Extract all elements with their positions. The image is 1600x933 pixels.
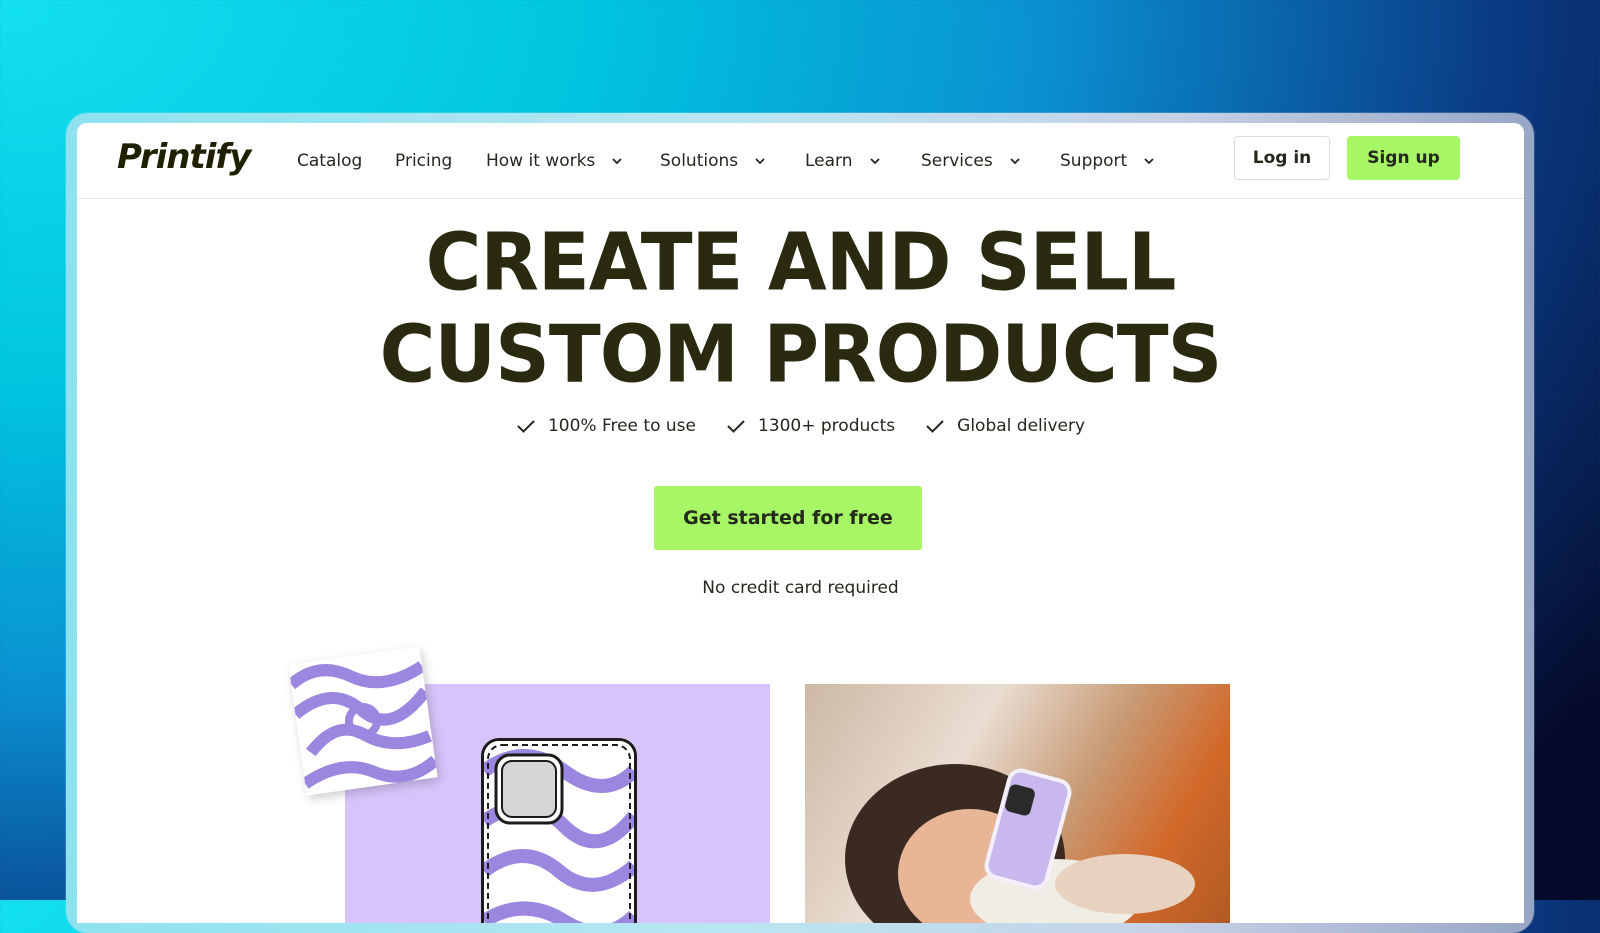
feature-label: 1300+ products (757, 416, 896, 436)
nav-item-label: Catalog (297, 151, 363, 171)
chevron-down-icon (869, 158, 880, 165)
nav-item-learn[interactable]: Learn (805, 146, 881, 176)
pattern-swatch-image (288, 646, 438, 796)
feature-item: Global delivery (925, 416, 1085, 436)
printify-logo[interactable]: Printify (117, 137, 251, 177)
nav-item-label: How it works (486, 151, 596, 171)
chevron-down-icon (1144, 158, 1154, 165)
nav-item-support[interactable]: Support (1060, 146, 1155, 176)
feature-item: 100% Free to use (516, 416, 696, 436)
feature-label: Global delivery (957, 416, 1086, 436)
nav-item-label: Pricing (395, 151, 453, 171)
feature-item: 1300+ products (726, 416, 895, 436)
check-icon (517, 420, 535, 433)
lifestyle-photo (805, 684, 1230, 923)
login-button[interactable]: Log in (1234, 136, 1330, 180)
no-credit-card-note: No credit card required (702, 578, 899, 598)
signup-button[interactable]: Sign up (1347, 136, 1460, 180)
chevron-down-icon (755, 158, 765, 165)
phone-case-mockup (481, 738, 637, 923)
nav-item-pricing[interactable]: Pricing (395, 146, 452, 176)
nav-item-label: Services (921, 151, 993, 171)
browser-window: Printify Catalog Pricing How it works So… (77, 123, 1524, 923)
check-icon (727, 420, 745, 433)
nav-item-how-it-works[interactable]: How it works (486, 146, 623, 176)
hero-title-line2: CUSTOM PRODUCTS (379, 306, 1223, 401)
feature-list: 100% Free to use 1300+ products Global d… (77, 416, 1524, 436)
top-navigation: Printify Catalog Pricing How it works So… (77, 123, 1524, 199)
nav-item-label: Learn (805, 151, 853, 171)
hero-title-line1: CREATE AND SELL (425, 214, 1177, 309)
nav-item-label: Support (1060, 151, 1128, 171)
nav-item-label: Solutions (660, 151, 739, 171)
feature-label: 100% Free to use (547, 416, 696, 436)
check-icon (926, 420, 944, 433)
nav-item-catalog[interactable]: Catalog (297, 146, 362, 176)
get-started-button[interactable]: Get started for free (654, 486, 922, 550)
nav-item-solutions[interactable]: Solutions (660, 146, 766, 176)
nav-item-services[interactable]: Services (921, 146, 1021, 176)
chevron-down-icon (612, 158, 622, 165)
chevron-down-icon (1010, 158, 1020, 165)
